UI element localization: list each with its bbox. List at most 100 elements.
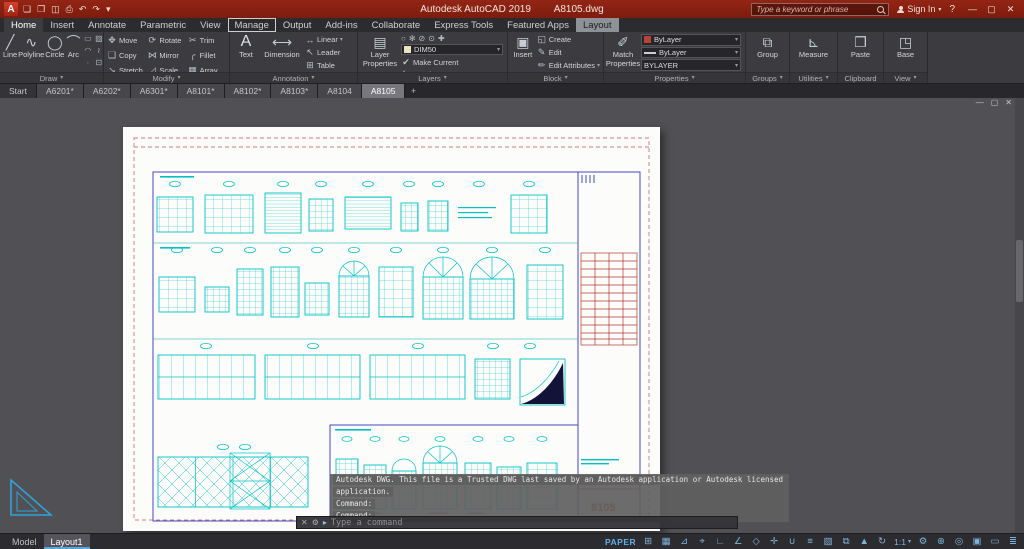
- help-icon[interactable]: ?: [949, 4, 955, 15]
- file-tab-a6301[interactable]: A6301*: [131, 84, 178, 98]
- ellipse-tool-icon[interactable]: ◠: [82, 46, 93, 58]
- rectangle-tool-icon[interactable]: ▭: [82, 34, 93, 46]
- edit-attributes-button[interactable]: ✏Edit Attributes▾: [537, 59, 600, 71]
- annotation-monitor-icon[interactable]: ⊕: [935, 536, 947, 547]
- tab-parametric[interactable]: Parametric: [133, 18, 193, 32]
- create-block-button[interactable]: ◱Create: [537, 34, 600, 46]
- hatch-tool-icon[interactable]: ▨: [93, 34, 104, 46]
- grid-toggle-icon[interactable]: ⊞: [642, 536, 654, 547]
- copy-button[interactable]: ❑Copy: [107, 49, 145, 61]
- layer-off-icon[interactable]: ○: [401, 34, 406, 43]
- undo-icon[interactable]: ↶: [79, 4, 87, 15]
- qat-customize-icon[interactable]: ▾: [106, 4, 111, 15]
- tab-home[interactable]: Home: [4, 18, 43, 32]
- command-customize-icon[interactable]: ⚙: [312, 518, 319, 527]
- text-button[interactable]: A Text: [233, 34, 259, 71]
- file-tab-a8105[interactable]: A8105: [362, 84, 406, 98]
- rotate-button[interactable]: ⟳Rotate: [147, 34, 185, 46]
- drawing-viewport[interactable]: — ▢ ✕: [0, 98, 1024, 533]
- lineweight-dropdown[interactable]: ByLayer ▾: [641, 47, 741, 59]
- make-current-button[interactable]: ✔Make Current: [401, 56, 458, 68]
- tab-layout[interactable]: Layout: [576, 18, 619, 32]
- tab-view[interactable]: View: [193, 18, 227, 32]
- infer-constraints-icon[interactable]: ⊿: [678, 536, 690, 547]
- spline-tool-icon[interactable]: ≀: [93, 46, 104, 58]
- ortho-toggle-icon[interactable]: ∟: [714, 536, 726, 547]
- region-tool-icon[interactable]: ⊡: [93, 58, 104, 70]
- polyline-button[interactable]: ∿ Polyline: [19, 34, 43, 71]
- layer-freeze-icon[interactable]: ✻: [409, 34, 416, 43]
- insert-button[interactable]: ▣ Insert: [511, 34, 535, 71]
- redo-icon[interactable]: ↷: [92, 4, 100, 15]
- layer-plot-icon[interactable]: ⊙: [428, 34, 435, 43]
- tab-insert[interactable]: Insert: [43, 18, 81, 32]
- maximize-button[interactable]: ▢: [982, 4, 1001, 15]
- panel-label-view[interactable]: View ▾: [884, 72, 927, 83]
- file-tab-a8101[interactable]: A8101*: [178, 84, 225, 98]
- workspace-switching-icon[interactable]: ⚙: [917, 536, 929, 547]
- tab-output[interactable]: Output: [276, 18, 319, 32]
- clean-screen-icon[interactable]: ▭: [989, 536, 1001, 547]
- file-tab-start[interactable]: Start: [0, 84, 37, 98]
- arc-button[interactable]: ⌒ Arc: [66, 34, 80, 71]
- paper-space-label[interactable]: PAPER: [605, 537, 636, 547]
- file-tab-a8103[interactable]: A8103*: [271, 84, 318, 98]
- osnap-tracking-icon[interactable]: ✛: [768, 536, 780, 547]
- layout1-tab[interactable]: Layout1: [44, 534, 90, 549]
- command-close-icon[interactable]: ✕: [301, 518, 308, 527]
- measure-button[interactable]: ⊾ Measure: [795, 34, 833, 71]
- tab-annotate[interactable]: Annotate: [81, 18, 133, 32]
- minimize-button[interactable]: —: [963, 4, 982, 14]
- dimension-button[interactable]: ⟷ Dimension: [261, 34, 303, 71]
- drawing-close-icon[interactable]: ✕: [1005, 98, 1012, 107]
- layout-paper[interactable]: 8105: [123, 127, 660, 531]
- scrollbar-thumb[interactable]: [1016, 240, 1023, 302]
- annotation-autoscale-icon[interactable]: ↻: [876, 536, 888, 547]
- file-tab-a6201[interactable]: A6201*: [37, 84, 84, 98]
- point-tool-icon[interactable]: ∙: [82, 58, 93, 70]
- file-tab-a6202[interactable]: A6202*: [84, 84, 131, 98]
- file-tab-a8104[interactable]: A8104: [318, 84, 362, 98]
- save-icon[interactable]: ◫: [51, 4, 60, 15]
- help-search-input[interactable]: [756, 5, 873, 14]
- panel-label-layers[interactable]: Layers ▾: [358, 72, 507, 83]
- object-snap-icon[interactable]: ∪: [786, 536, 798, 547]
- isodraft-icon[interactable]: ◇: [750, 536, 762, 547]
- match-properties-button[interactable]: ✐ Match Properties: [607, 34, 639, 71]
- tab-collaborate[interactable]: Collaborate: [365, 18, 428, 32]
- circle-button[interactable]: ◯ Circle: [45, 34, 64, 71]
- transparency-icon[interactable]: ▧: [822, 536, 834, 547]
- line-button[interactable]: ╱ Line: [3, 34, 17, 71]
- layer-lock-icon[interactable]: ⊘: [419, 34, 426, 43]
- lineweight-display-icon[interactable]: ≡: [804, 536, 816, 547]
- command-line[interactable]: ✕ ⚙ ▸: [296, 516, 738, 529]
- group-button[interactable]: ⧉ Group: [751, 34, 785, 71]
- help-search-box[interactable]: [751, 3, 889, 16]
- panel-label-modify[interactable]: Modify ▾: [104, 72, 229, 83]
- polar-tracking-icon[interactable]: ∠: [732, 536, 744, 547]
- table-button[interactable]: ⊞Table: [305, 59, 343, 71]
- panel-label-utilities[interactable]: Utilities ▾: [790, 72, 837, 83]
- tab-express-tools[interactable]: Express Tools: [427, 18, 500, 32]
- fillet-button[interactable]: ╭Fillet: [188, 49, 226, 61]
- object-color-dropdown[interactable]: ByLayer ▾: [641, 34, 741, 46]
- new-file-icon[interactable]: ❏: [23, 4, 31, 15]
- app-logo-icon[interactable]: A: [4, 2, 18, 16]
- panel-label-annotation[interactable]: Annotation ▾: [230, 72, 357, 83]
- tab-manage[interactable]: Manage: [228, 18, 276, 32]
- file-tab-a8102[interactable]: A8102*: [225, 84, 272, 98]
- search-icon[interactable]: [877, 6, 884, 13]
- dynamic-input-icon[interactable]: ⌖: [696, 536, 708, 547]
- drawing-restore-icon[interactable]: ▢: [991, 98, 999, 107]
- selection-cycling-icon[interactable]: ⧉: [840, 536, 852, 547]
- command-input[interactable]: [331, 518, 733, 528]
- panel-label-groups[interactable]: Groups ▾: [746, 72, 789, 83]
- tab-featured-apps[interactable]: Featured Apps: [500, 18, 576, 32]
- snap-toggle-icon[interactable]: ▦: [660, 536, 672, 547]
- sign-in-button[interactable]: Sign In ▾: [897, 4, 941, 14]
- plot-icon[interactable]: ⎙: [66, 4, 73, 15]
- edit-block-button[interactable]: ✎Edit: [537, 47, 600, 59]
- new-drawing-tab-button[interactable]: +: [405, 84, 421, 98]
- drawing-minimize-icon[interactable]: —: [976, 98, 984, 107]
- base-button[interactable]: ◳ Base: [889, 34, 923, 71]
